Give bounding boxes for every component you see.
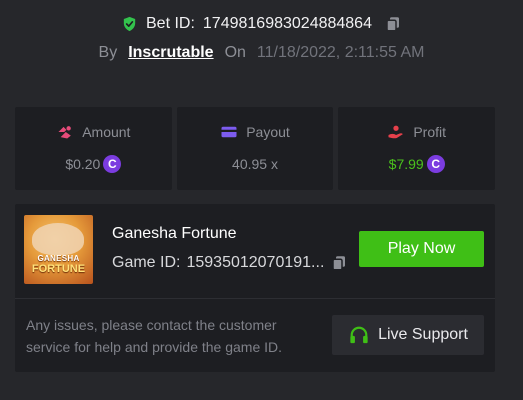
bet-id-label: Bet ID: xyxy=(146,15,195,32)
stat-profit-label: Profit xyxy=(413,124,447,140)
bet-date: 11/18/2022, 2:11:55 AM xyxy=(256,44,425,61)
shield-check-icon xyxy=(121,15,138,33)
stat-payout: Payout 40.95 x xyxy=(176,107,334,190)
by-label: By xyxy=(98,44,118,61)
bet-id-row: Bet ID: 1749816983024884864 xyxy=(0,12,523,36)
game-name: Ganesha Fortune xyxy=(112,225,237,242)
stat-payout-value: 40.95 x xyxy=(232,156,278,172)
bet-header: Bet ID: 1749816983024884864 By Inscrutab… xyxy=(0,12,523,65)
game-id-row: Game ID: 15935012070191... xyxy=(112,254,348,272)
ganesha-artwork xyxy=(32,223,84,255)
coin-icon: C xyxy=(426,155,445,173)
on-label: On xyxy=(224,44,246,61)
stat-amount: Amount $0.20 C xyxy=(15,107,172,190)
game-id-label: Game ID: xyxy=(112,254,181,271)
thumb-title-line2: FORTUNE xyxy=(31,263,86,275)
stat-profit-value: $7.99 xyxy=(388,156,424,172)
coin-icon: C xyxy=(103,155,122,173)
game-thumbnail[interactable]: GANESHA FORTUNE xyxy=(24,215,93,284)
headset-icon xyxy=(350,326,368,344)
stat-amount-value: $0.20 xyxy=(65,156,101,172)
live-support-label: Live Support xyxy=(378,326,468,343)
username-link[interactable]: Inscrutable xyxy=(128,44,213,62)
game-id-value: 15935012070191... xyxy=(186,254,325,271)
stat-profit: Profit $7.99 C xyxy=(338,107,496,190)
bet-meta-row: By Inscrutable On 11/18/2022, 2:11:55 AM xyxy=(0,41,523,65)
game-card: GANESHA FORTUNE Ganesha Fortune Game ID:… xyxy=(15,204,495,372)
payout-icon xyxy=(221,126,237,138)
profit-icon xyxy=(388,125,404,139)
copy-bet-id-icon[interactable] xyxy=(384,15,402,33)
divider xyxy=(15,298,495,299)
live-support-button[interactable]: Live Support xyxy=(332,315,484,355)
thumb-title-line1: GANESHA xyxy=(37,254,80,263)
play-now-button[interactable]: Play Now xyxy=(359,231,484,267)
copy-game-id-icon[interactable] xyxy=(330,254,348,272)
stat-amount-label: Amount xyxy=(82,124,131,140)
amount-icon xyxy=(58,126,72,139)
bet-stats: Amount $0.20 C Payout 40.95 x Profit $7.… xyxy=(15,107,496,190)
bet-id-value: 1749816983024884864 xyxy=(202,15,372,32)
stat-payout-label: Payout xyxy=(246,124,290,140)
support-notice: Any issues, please contact the customer … xyxy=(26,317,283,355)
